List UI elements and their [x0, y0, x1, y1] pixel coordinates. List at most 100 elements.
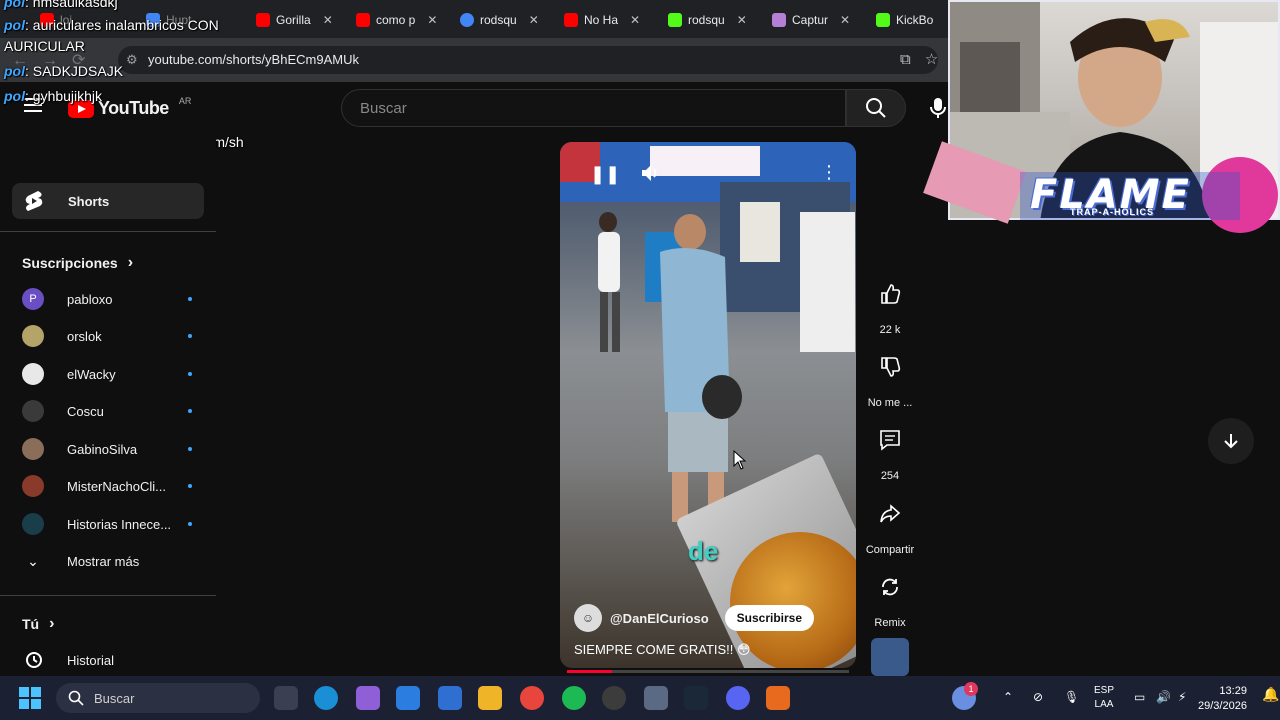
- video-caption: de: [688, 536, 719, 566]
- search-icon: [866, 98, 886, 118]
- you-header[interactable]: Tú ›: [22, 615, 54, 633]
- display-icon[interactable]: ▭: [1134, 690, 1145, 704]
- browser-tab[interactable]: rodsqu ✕: [668, 6, 747, 34]
- pause-icon[interactable]: ❚❚: [590, 164, 620, 185]
- browser-tab[interactable]: Captur ✕: [772, 6, 850, 34]
- notifications-icon[interactable]: 🔔: [1262, 686, 1279, 703]
- history-icon: [22, 649, 44, 671]
- tab-close-icon[interactable]: ✕: [840, 13, 850, 27]
- file-explorer-icon[interactable]: [478, 686, 502, 710]
- taskbar-search[interactable]: Buscar: [56, 683, 260, 713]
- browser-tab[interactable]: loi: [40, 6, 72, 34]
- outlook-icon[interactable]: [438, 686, 462, 710]
- steam-icon[interactable]: [684, 686, 708, 710]
- sidebar-item-subscription[interactable]: orslok: [22, 322, 192, 350]
- search-button[interactable]: [846, 89, 906, 127]
- youtube-favicon-icon: [40, 13, 54, 27]
- chevron-right-icon: ›: [127, 254, 134, 271]
- browser-tab[interactable]: No Ha ✕: [564, 6, 640, 34]
- like-button[interactable]: 22 k: [862, 270, 918, 336]
- sidebar-item-subscription[interactable]: GabinoSilva: [22, 435, 192, 463]
- tab-close-icon[interactable]: ✕: [427, 13, 437, 27]
- sidebar-item-shorts[interactable]: Shorts: [12, 183, 204, 219]
- search-icon: [68, 690, 84, 706]
- chevron-down-icon: ⌄: [27, 552, 39, 569]
- menu-icon[interactable]: [24, 98, 42, 112]
- new-content-dot: [188, 484, 192, 488]
- youtube-sidebar: Shorts Suscripciones › P pabloxo orslok …: [0, 134, 216, 686]
- sidebar-item-subscription[interactable]: Coscu: [22, 397, 192, 425]
- browser-tab[interactable]: Gorilla ✕: [256, 6, 333, 34]
- subscribe-button[interactable]: Suscribirse: [724, 605, 815, 631]
- tab-favicon-icon: [146, 13, 160, 27]
- avatar: [22, 475, 44, 497]
- sidebar-item-subscription[interactable]: elWacky: [22, 360, 192, 388]
- avatar: P: [22, 288, 44, 310]
- tab-close-icon[interactable]: ✕: [529, 13, 539, 27]
- more-options-icon[interactable]: ⋮: [820, 162, 838, 183]
- tray-expand-icon[interactable]: ⌃: [1003, 690, 1013, 704]
- browser-tab[interactable]: rodsqu ✕: [460, 6, 539, 34]
- sidebar-item-subscription[interactable]: MisterNachoCli...: [22, 472, 192, 500]
- new-content-dot: [188, 447, 192, 451]
- url-field[interactable]: ⚙ youtube.com/shorts/yBhECm9AMUk: [118, 46, 938, 74]
- store-icon[interactable]: [396, 686, 420, 710]
- shorts-video-player[interactable]: de ❚❚ ⋮ ☺ @DanElCurioso Suscribirse SIEM…: [560, 142, 856, 668]
- edge-icon[interactable]: [314, 686, 338, 710]
- site-info-icon[interactable]: ⚙: [126, 46, 138, 74]
- comment-icon: [866, 416, 914, 464]
- new-content-dot: [188, 297, 192, 301]
- settings-icon[interactable]: [644, 686, 668, 710]
- address-bar-actions[interactable]: ⧉☆: [900, 50, 952, 68]
- comments-button[interactable]: 254: [862, 416, 918, 482]
- subscriptions-header[interactable]: Suscripciones ›: [22, 254, 133, 272]
- language-indicator[interactable]: ESP LAA: [1094, 684, 1114, 712]
- dislike-button[interactable]: No me ...: [862, 343, 918, 409]
- microphone-icon[interactable]: [926, 96, 950, 120]
- tab-close-icon[interactable]: ✕: [737, 13, 747, 27]
- task-view-icon[interactable]: [274, 686, 298, 710]
- copilot-icon[interactable]: [356, 686, 380, 710]
- shorts-icon: [22, 189, 46, 213]
- battery-icon[interactable]: ⚡: [1178, 690, 1186, 704]
- tab-close-icon[interactable]: ✕: [323, 13, 333, 27]
- sidebar-item-subscription[interactable]: Historias Innece...: [22, 510, 192, 538]
- spotify-icon[interactable]: [562, 686, 586, 710]
- new-content-dot: [188, 522, 192, 526]
- arrow-down-icon: [1224, 434, 1238, 449]
- youtube-logo[interactable]: YouTube AR: [68, 96, 191, 119]
- new-content-dot: [188, 372, 192, 376]
- system-clock[interactable]: 13:29 29/3/2026: [1198, 684, 1247, 714]
- browser-tab[interactable]: KickBo: [876, 6, 933, 34]
- network-off-icon[interactable]: ⊘: [1033, 690, 1043, 704]
- volume-icon[interactable]: [640, 162, 662, 184]
- volume-tray-icon[interactable]: 🔊: [1156, 690, 1171, 704]
- obs-icon[interactable]: [602, 686, 626, 710]
- sidebar-item-history[interactable]: Historial: [22, 646, 192, 674]
- microphone-tray-icon[interactable]: 🎙: [1064, 690, 1079, 704]
- share-button[interactable]: Compartir: [862, 490, 918, 556]
- video-progress-bar[interactable]: [567, 670, 849, 673]
- tab-close-icon[interactable]: ✕: [630, 13, 640, 27]
- channel-name[interactable]: @DanElCurioso: [610, 611, 709, 626]
- new-content-dot: [188, 334, 192, 338]
- windows-start-icon[interactable]: [18, 686, 42, 710]
- new-content-dot: [188, 409, 192, 413]
- browser-tab[interactable]: Hupt: [146, 6, 191, 34]
- browser-tab[interactable]: como p ✕: [356, 6, 437, 34]
- remix-button[interactable]: Remix: [862, 563, 918, 629]
- channel-avatar[interactable]: ☺: [574, 604, 602, 632]
- show-more-button[interactable]: ⌄ Mostrar más: [22, 547, 192, 575]
- next-video-button[interactable]: [1208, 418, 1254, 464]
- discord-icon[interactable]: [726, 686, 750, 710]
- youtube-header: YouTube AR: [0, 82, 960, 134]
- video-progress-fill: [567, 670, 613, 673]
- search-input[interactable]: [342, 90, 845, 126]
- audio-thumbnail[interactable]: [871, 638, 909, 676]
- chrome-icon[interactable]: [520, 686, 544, 710]
- windows-taskbar: Buscar 1 ⌃ ⊘ 🎙 ESP LAA ▭ 🔊 ⚡ 13:29 29/3/…: [0, 676, 1280, 720]
- nav-buttons[interactable]: ←→⟳: [12, 50, 99, 70]
- fl-studio-icon[interactable]: [766, 686, 790, 710]
- sidebar-item-subscription[interactable]: P pabloxo: [22, 285, 192, 313]
- youtube-favicon-icon: [564, 13, 578, 27]
